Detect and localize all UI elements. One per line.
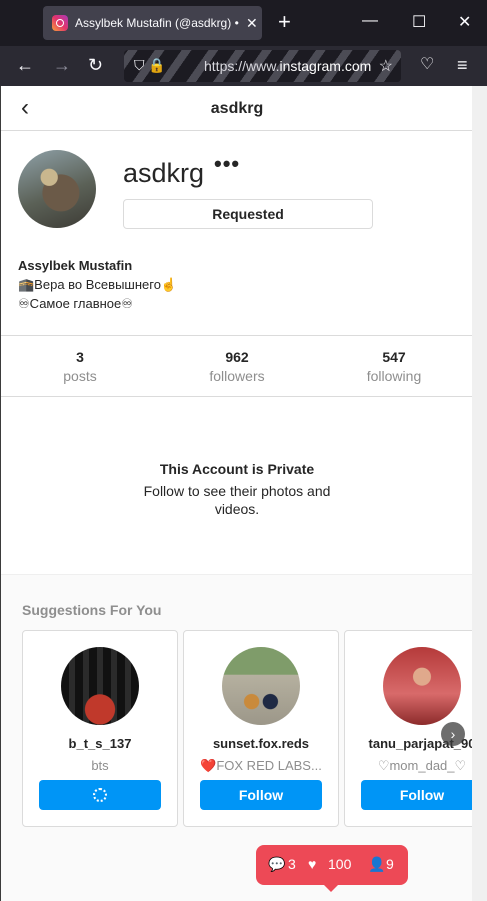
profile-username: asdkrg [123, 158, 205, 188]
back-arrow-icon[interactable]: ← [16, 55, 34, 75]
url-bar[interactable]: ⛉ 🔒 https://www.instagram.com ☆ [124, 50, 401, 82]
bookmark-star-icon[interactable]: ☆ [379, 56, 393, 76]
browser-tabbar: Assylbek Mustafin (@asdkrg) • I ✕ + — ☐ … [0, 0, 487, 46]
page-title: asdkrg [210, 100, 264, 117]
profile-info: asdkrg ••• Requested Assylbek Mustafin 🕋… [1, 131, 472, 335]
stat-label: posts [63, 368, 97, 384]
profile-stats: 3 posts 962 followers 547 following [1, 335, 472, 397]
private-title: This Account is Private [159, 461, 315, 477]
stat-posts[interactable]: 3 posts [20, 349, 140, 384]
stat-count: 3 [76, 349, 84, 365]
profile-full-name: Assylbek Mustafin [18, 258, 133, 273]
browser-tab[interactable]: Assylbek Mustafin (@asdkrg) • I ✕ [43, 6, 262, 40]
instagram-page: ‹ asdkrg asdkrg ••• Requested Assylbek M… [0, 86, 472, 901]
follow-button[interactable]: Follow [361, 780, 472, 810]
bio-line: ♾Самое главное♾ [18, 296, 133, 311]
suggestions-title: Suggestions For You [22, 602, 162, 618]
menu-icon[interactable]: ≡ [457, 55, 468, 75]
follow-button[interactable]: Follow [200, 780, 322, 810]
shield-lock-icon[interactable]: ⛉ 🔒 [134, 57, 166, 74]
bio-line: 🕋Вера во Всевышнего☝ [18, 277, 178, 292]
avatar[interactable] [61, 647, 139, 725]
stat-count: 962 [225, 349, 249, 365]
url-text: https://www.instagram.com [204, 58, 372, 74]
suggestion-subtitle: bts [91, 758, 109, 773]
person-icon: 👤 [368, 856, 386, 872]
comment-count: 3 [288, 856, 296, 872]
follow-button[interactable] [39, 780, 161, 810]
chevron-right-icon[interactable]: › [441, 722, 465, 746]
minimize-button[interactable]: — [362, 12, 378, 30]
stat-label: following [366, 368, 422, 384]
private-subtitle: Follow to see their photos and videos. [143, 483, 331, 517]
stat-label: followers [209, 368, 265, 384]
tab-title: Assylbek Mustafin (@asdkrg) • I [75, 16, 240, 30]
avatar[interactable] [383, 647, 461, 725]
tab-close-icon[interactable]: ✕ [246, 15, 258, 32]
stat-followers[interactable]: 962 followers [177, 349, 297, 384]
avatar[interactable] [18, 150, 96, 228]
suggestion-card: sunset.fox.reds ❤️FOX RED LABS... Follow [183, 630, 339, 827]
stat-following[interactable]: 547 following [334, 349, 454, 384]
maximize-button[interactable]: ☐ [412, 12, 426, 32]
loading-spinner-icon [93, 788, 107, 802]
pocket-icon[interactable]: ♡ [420, 55, 434, 75]
suggestion-username[interactable]: sunset.fox.reds [184, 736, 338, 751]
window-close-button[interactable]: ✕ [458, 12, 471, 32]
avatar[interactable] [222, 647, 300, 725]
like-count: 100 [328, 856, 352, 872]
more-options-icon[interactable]: ••• [214, 151, 240, 177]
suggestion-subtitle: ♡mom_dad_♡ [377, 758, 467, 773]
profile-header: ‹ asdkrg [1, 86, 472, 131]
follow-count: 9 [386, 856, 394, 872]
suggestion-username[interactable]: b_t_s_137 [23, 736, 177, 751]
private-account-notice: This Account is Private Follow to see th… [1, 397, 472, 575]
browser-navbar: ← → ↻ ⛉ 🔒 https://www.instagram.com ☆ ♡ … [0, 46, 487, 86]
scrollbar[interactable] [472, 86, 487, 901]
reload-icon[interactable]: ↻ [88, 55, 103, 75]
heart-icon: ♥ [308, 856, 317, 872]
comment-icon: 💬 [268, 856, 286, 872]
stat-count: 547 [382, 349, 406, 365]
suggestion-subtitle: ❤️FOX RED LABS... [200, 758, 322, 773]
forward-arrow-icon[interactable]: → [53, 55, 71, 75]
new-tab-button[interactable]: + [278, 10, 291, 34]
instagram-favicon-icon [52, 15, 68, 31]
requested-button[interactable]: Requested [123, 199, 373, 229]
activity-notification[interactable]: 💬 3 ♥ 100 👤 9 [256, 845, 408, 892]
suggestion-card: b_t_s_137 bts [22, 630, 178, 827]
